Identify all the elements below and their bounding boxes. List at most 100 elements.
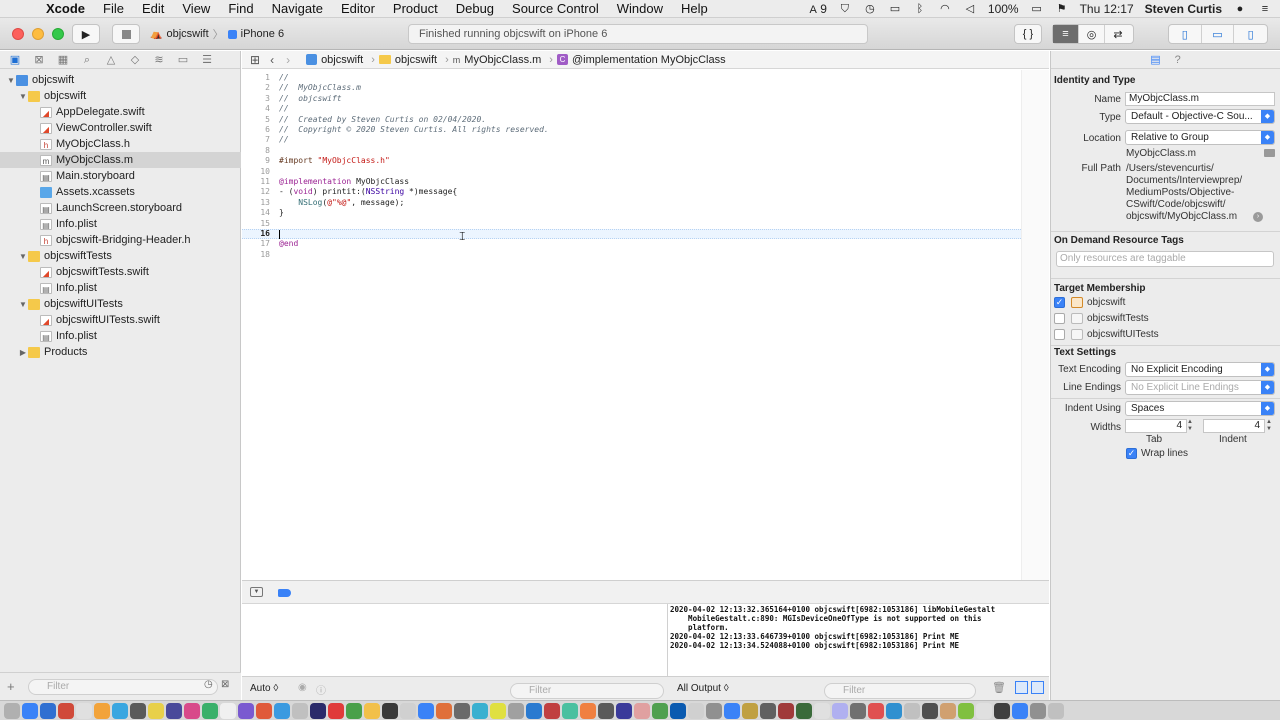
dock-app-icon[interactable] — [112, 702, 128, 719]
dock-app-icon[interactable] — [706, 702, 722, 719]
dock-app-icon[interactable] — [220, 702, 236, 719]
dock-app-icon[interactable] — [202, 702, 218, 719]
debug-navigator-icon[interactable]: ≋ — [152, 53, 166, 67]
siri-icon[interactable]: ● — [1233, 3, 1247, 15]
version-editor-icon[interactable]: ⇄ — [1105, 25, 1131, 43]
source-control-navigator-icon[interactable]: ⊠ — [32, 53, 46, 67]
crumb-file[interactable]: m MyObjcClass.m — [453, 54, 542, 66]
find-navigator-icon[interactable]: ⌕ — [80, 53, 94, 67]
close-window-button[interactable] — [12, 28, 24, 40]
disclosure-triangle-icon[interactable]: ▼ — [18, 300, 28, 309]
code-review-button[interactable]: { } — [1014, 24, 1042, 44]
menu-find[interactable]: Find — [228, 1, 253, 16]
navigator-item[interactable]: Assets.xcassets — [0, 184, 241, 200]
navigator-item[interactable]: ▶ Products — [0, 344, 241, 360]
dock-app-icon[interactable] — [688, 702, 704, 719]
navigator-item[interactable]: ▤ Info.plist — [0, 216, 241, 232]
tab-width-field[interactable]: 4 — [1125, 419, 1187, 433]
assistant-editor-icon[interactable]: ◎ — [1079, 25, 1105, 43]
indent-width-stepper-icon[interactable]: ▲ ▼ — [1266, 419, 1274, 433]
dock-app-icon[interactable] — [58, 702, 74, 719]
show-console-icon[interactable] — [1031, 681, 1044, 694]
zoom-window-button[interactable] — [52, 28, 64, 40]
inspector-toggle-icon[interactable]: ▯ — [1234, 25, 1267, 43]
bluetooth-icon[interactable]: ᛒ — [913, 3, 927, 15]
console-output-popup[interactable]: All Output ◊ — [677, 683, 729, 694]
project-navigator-icon[interactable]: ▣ — [8, 53, 22, 67]
dock-app-icon[interactable] — [328, 702, 344, 719]
navigator-filter-input[interactable]: Filter — [28, 679, 218, 695]
dock-app-icon[interactable] — [958, 702, 974, 719]
navigator-item[interactable]: ▼ objcswift — [0, 72, 241, 88]
debug-area-toggle-icon[interactable]: ▭ — [1202, 25, 1235, 43]
dock-app-icon[interactable] — [40, 702, 56, 719]
dock-app-icon[interactable] — [130, 702, 146, 719]
dock-app-icon[interactable] — [652, 702, 668, 719]
menu-window[interactable]: Window — [617, 1, 663, 16]
menu-view[interactable]: View — [182, 1, 210, 16]
dock-app-icon[interactable] — [796, 702, 812, 719]
dock-app-icon[interactable] — [22, 702, 38, 719]
dock-app-icon[interactable] — [274, 702, 290, 719]
disclosure-triangle-icon[interactable]: ▼ — [6, 76, 16, 85]
dock-app-icon[interactable] — [490, 702, 506, 719]
quick-help-icon[interactable]: ? — [1175, 54, 1181, 66]
dock-app-icon[interactable] — [436, 702, 452, 719]
indent-using-popup[interactable]: Spaces ◆ — [1125, 401, 1275, 416]
navigator-toggle-icon[interactable]: ▯ — [1169, 25, 1202, 43]
dock-app-icon[interactable] — [976, 702, 992, 719]
navigator-item[interactable]: ▤ Info.plist — [0, 328, 241, 344]
breakpoint-navigator-icon[interactable]: ▭ — [176, 53, 190, 67]
navigator-item[interactable]: ▤ Info.plist — [0, 280, 241, 296]
quick-look-icon[interactable]: ◉ — [298, 682, 307, 693]
menu-debug[interactable]: Debug — [456, 1, 494, 16]
dock-app-icon[interactable] — [922, 702, 938, 719]
dock-app-icon[interactable] — [814, 702, 830, 719]
dock-app-icon[interactable] — [724, 702, 740, 719]
navigator-item[interactable]: h objcswift-Bridging-Header.h — [0, 232, 241, 248]
reveal-arrow-icon[interactable]: › — [1253, 212, 1263, 222]
navigator-item[interactable]: ▤ Main.storyboard — [0, 168, 241, 184]
target-checkbox[interactable]: ✓ — [1054, 297, 1065, 308]
dock-app-icon[interactable] — [562, 702, 578, 719]
stop-button[interactable] — [112, 24, 140, 44]
volume-icon[interactable]: ◁ — [963, 3, 977, 15]
dock-app-icon[interactable] — [634, 702, 650, 719]
source-editor[interactable]: 1 2 3 4 5 6 7 8 9 10 11 12 13 14 15 16 17 18 //// MyObjcC… — [242, 70, 1049, 580]
test-navigator-icon[interactable]: ◇ — [128, 53, 142, 67]
dock-app-icon[interactable] — [94, 702, 110, 719]
dock-app-icon[interactable] — [1012, 702, 1028, 719]
airplay-icon[interactable]: ▭ — [888, 3, 902, 15]
notification-center-icon[interactable]: ≡ — [1258, 3, 1272, 15]
scm-filter-icon[interactable]: ⊠ — [221, 679, 229, 690]
clock[interactable]: Thu 12:17 — [1080, 2, 1134, 16]
navigator-item[interactable]: ▼ objcswiftUITests — [0, 296, 241, 312]
dock-app-icon[interactable] — [670, 702, 686, 719]
dock-app-icon[interactable] — [1030, 702, 1046, 719]
line-endings-popup[interactable]: No Explicit Line Endings ◆ — [1125, 380, 1275, 395]
dock-app-icon[interactable] — [166, 702, 182, 719]
target-checkbox[interactable] — [1054, 329, 1065, 340]
dock-app-icon[interactable] — [382, 702, 398, 719]
adobe-status[interactable]: A9 — [806, 2, 827, 16]
menu-navigate[interactable]: Navigate — [272, 1, 323, 16]
dock-app-icon[interactable] — [526, 702, 542, 719]
tab-width-stepper-icon[interactable]: ▲ ▼ — [1187, 419, 1195, 433]
dock-app-icon[interactable] — [184, 702, 200, 719]
menu-help[interactable]: Help — [681, 1, 708, 16]
dock-app-icon[interactable] — [580, 702, 596, 719]
dock-app-icon[interactable] — [310, 702, 326, 719]
dock-app-icon[interactable] — [256, 702, 272, 719]
run-button[interactable]: ▶ — [72, 24, 100, 44]
breakpoints-toggle-icon[interactable] — [278, 589, 291, 597]
symbol-navigator-icon[interactable]: ▦ — [56, 53, 70, 67]
wifi-icon[interactable]: ◠ — [938, 3, 952, 15]
print-description-icon[interactable]: ⓘ — [316, 682, 326, 697]
wrap-lines-checkbox[interactable]: ✓ — [1126, 448, 1137, 459]
dock-app-icon[interactable] — [904, 702, 920, 719]
report-navigator-icon[interactable]: ☰ — [200, 53, 214, 67]
disclosure-triangle-icon[interactable]: ▼ — [18, 252, 28, 261]
file-inspector-icon[interactable]: ▤ — [1150, 53, 1160, 66]
variables-filter-input[interactable]: Filter — [510, 683, 664, 699]
navigator-item[interactable]: ◢ objcswiftTests.swift — [0, 264, 241, 280]
